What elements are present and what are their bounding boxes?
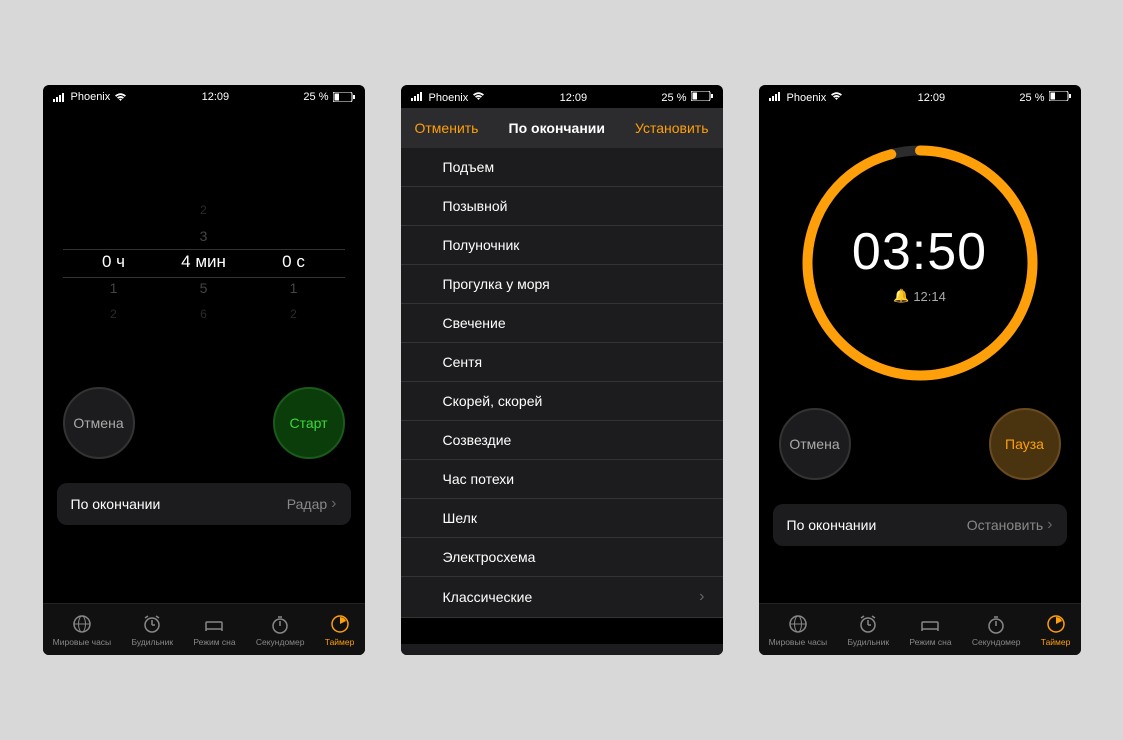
modal-header: Отменить По окончании Установить: [401, 108, 723, 148]
modal-cancel-button[interactable]: Отменить: [415, 120, 479, 136]
sound-option[interactable]: Созвездие: [401, 421, 723, 460]
minutes-column[interactable]: 2 3 4 мин 5 6: [174, 197, 234, 327]
stopwatch-icon: [985, 613, 1007, 635]
sound-option[interactable]: Скорей, скорей: [401, 382, 723, 421]
timer-icon: [329, 613, 351, 635]
battery-percent: 25 %: [303, 91, 328, 103]
when-ends-value: Радар: [287, 496, 327, 512]
phone-timer-running: Phoenix 12:09 25 % 03:50 🔔 12:14 Отмена П…: [759, 85, 1081, 655]
battery-icon: [333, 92, 355, 102]
tab-stopwatch[interactable]: Секундомер: [972, 613, 1021, 647]
carrier-label: Phoenix: [787, 92, 827, 104]
end-time: 12:14: [913, 289, 946, 304]
sound-stop-option[interactable]: ✓ Остановить: [401, 644, 723, 655]
bell-icon: 🔔: [893, 288, 909, 304]
status-time: 12:09: [918, 92, 946, 104]
sound-option[interactable]: Сентя: [401, 343, 723, 382]
countdown-time: 03:50: [852, 222, 987, 282]
sound-option[interactable]: Шелк: [401, 499, 723, 538]
sound-classic-row[interactable]: Классические›: [401, 577, 723, 618]
status-time: 12:09: [202, 91, 230, 103]
timer-ring: 03:50 🔔 12:14: [795, 138, 1045, 388]
tab-alarm[interactable]: Будильник: [131, 613, 173, 647]
when-ends-label: По окончании: [787, 517, 877, 533]
chevron-right-icon: ›: [331, 495, 336, 513]
sound-option[interactable]: Электросхема: [401, 538, 723, 577]
tab-timer[interactable]: Таймер: [1041, 613, 1071, 647]
battery-icon: [691, 91, 713, 104]
cancel-button[interactable]: Отмена: [779, 408, 851, 480]
tab-world-clock[interactable]: Мировые часы: [53, 613, 112, 647]
wifi-icon: [830, 91, 843, 104]
tab-bedtime[interactable]: Режим сна: [909, 613, 951, 647]
when-ends-row[interactable]: По окончании Радар›: [57, 483, 351, 525]
tab-timer[interactable]: Таймер: [325, 613, 355, 647]
timer-icon: [1045, 613, 1067, 635]
sound-option[interactable]: Прогулка у моря: [401, 265, 723, 304]
seconds-column[interactable]: 0 с 1 2: [264, 197, 324, 327]
sound-option[interactable]: Подъем: [401, 148, 723, 187]
battery-percent: 25 %: [661, 92, 686, 104]
bed-icon: [203, 613, 225, 635]
globe-icon: [71, 613, 93, 635]
sound-option[interactable]: Свечение: [401, 304, 723, 343]
tab-world-clock[interactable]: Мировые часы: [769, 613, 828, 647]
status-bar: Phoenix 12:09 25 %: [43, 85, 365, 107]
alarm-icon: [857, 613, 879, 635]
battery-percent: 25 %: [1019, 92, 1044, 104]
checkmark-icon: ✓: [415, 654, 428, 655]
when-ends-value: Остановить: [967, 517, 1043, 533]
globe-icon: [787, 613, 809, 635]
when-ends-label: По окончании: [71, 496, 161, 512]
wifi-icon: [472, 91, 485, 104]
signal-icon: [411, 91, 425, 104]
signal-icon: [769, 91, 783, 104]
carrier-label: Phoenix: [429, 92, 469, 104]
alarm-icon: [141, 613, 163, 635]
chevron-right-icon: ›: [1047, 516, 1052, 534]
modal-set-button[interactable]: Установить: [635, 120, 708, 136]
tab-bedtime[interactable]: Режим сна: [193, 613, 235, 647]
tab-alarm[interactable]: Будильник: [847, 613, 889, 647]
phone-timer-setup: Phoenix 12:09 25 % 0 ч 1 2 2 3 4 мин 5: [43, 85, 365, 655]
start-button[interactable]: Старт: [273, 387, 345, 459]
tab-bar: Мировые часы Будильник Режим сна Секундо…: [43, 603, 365, 655]
modal-title: По окончании: [509, 120, 605, 136]
carrier-label: Phoenix: [71, 91, 111, 103]
sound-list: Подъем Позывной Полуночник Прогулка у мо…: [401, 148, 723, 618]
chevron-right-icon: ›: [699, 588, 704, 606]
phone-sound-picker: Phoenix 12:09 25 % Отменить По окончании…: [401, 85, 723, 655]
status-time: 12:09: [560, 92, 588, 104]
pause-button[interactable]: Пауза: [989, 408, 1061, 480]
stopwatch-icon: [269, 613, 291, 635]
hours-column[interactable]: 0 ч 1 2: [84, 197, 144, 327]
when-ends-row[interactable]: По окончании Остановить›: [773, 504, 1067, 546]
tab-bar: Мировые часы Будильник Режим сна Секундо…: [759, 603, 1081, 655]
bed-icon: [919, 613, 941, 635]
cancel-button[interactable]: Отмена: [63, 387, 135, 459]
time-picker[interactable]: 0 ч 1 2 2 3 4 мин 5 6 0 с 1 2: [43, 197, 365, 347]
wifi-icon: [114, 92, 127, 102]
tab-stopwatch[interactable]: Секундомер: [256, 613, 305, 647]
sound-option[interactable]: Полуночник: [401, 226, 723, 265]
sound-option[interactable]: Позывной: [401, 187, 723, 226]
status-bar: Phoenix 12:09 25 %: [759, 85, 1081, 108]
battery-icon: [1049, 91, 1071, 104]
sound-option[interactable]: Час потехи: [401, 460, 723, 499]
status-bar: Phoenix 12:09 25 %: [401, 85, 723, 108]
signal-icon: [53, 92, 67, 102]
